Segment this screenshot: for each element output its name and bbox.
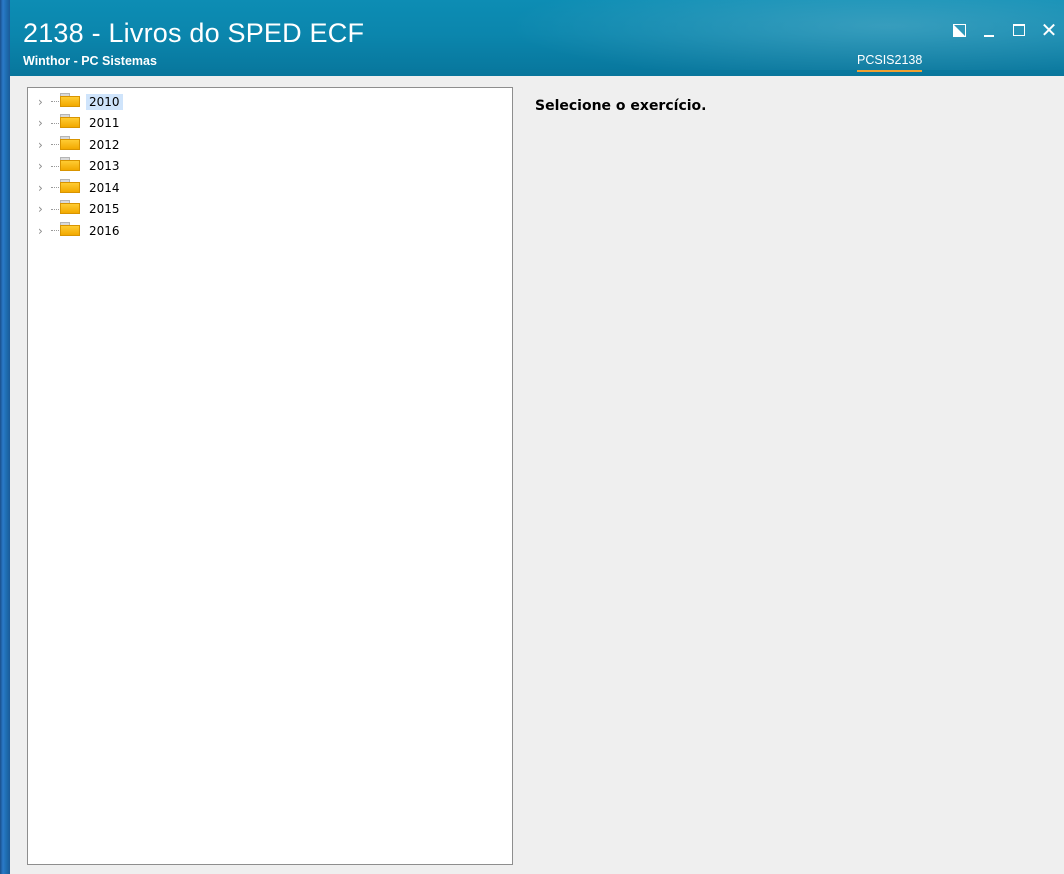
folder-icon <box>60 114 80 129</box>
window-subtitle: Winthor - PC Sistemas <box>23 54 157 68</box>
tree-connector <box>51 165 59 167</box>
tree-node-label[interactable]: 2012 <box>86 137 123 153</box>
tree-connector <box>51 101 59 103</box>
folder-icon <box>60 178 80 194</box>
maximize-button[interactable] <box>1004 18 1034 42</box>
tree-node-label[interactable]: 2010 <box>86 93 123 110</box>
restore-button[interactable] <box>944 18 974 42</box>
folder-icon <box>60 221 80 237</box>
application-window: 2138 - Livros do SPED ECF Winthor - PC S… <box>0 0 1064 874</box>
tree-connector <box>51 187 59 189</box>
tree-node-label[interactable]: 2011 <box>86 115 123 131</box>
expand-chevron-icon[interactable]: › <box>38 225 50 237</box>
tree-connector <box>51 144 59 146</box>
routine-code-tab[interactable]: PCSIS2138 <box>857 53 923 72</box>
close-icon: ✕ <box>1040 18 1058 42</box>
tree-node-2011[interactable]: › 2011 <box>28 113 512 135</box>
expand-chevron-icon[interactable]: › <box>38 160 50 172</box>
maximize-icon <box>1013 24 1025 36</box>
restore-icon <box>952 23 966 37</box>
folder-icon <box>60 135 80 151</box>
tree-node-label[interactable]: 2016 <box>86 223 123 239</box>
title-bar[interactable]: 2138 - Livros do SPED ECF Winthor - PC S… <box>10 0 1064 76</box>
minimize-button[interactable] <box>974 18 1004 42</box>
expand-chevron-icon[interactable]: › <box>38 203 50 215</box>
close-button[interactable]: ✕ <box>1034 18 1064 42</box>
window-left-border <box>0 0 10 874</box>
window-controls: ✕ <box>944 18 1064 42</box>
window-title: 2138 - Livros do SPED ECF <box>23 18 365 48</box>
instruction-message: Selecione o exercício. <box>535 98 707 114</box>
tree-node-2013[interactable]: › 2013 <box>28 156 512 178</box>
tree-node-2012[interactable]: › 2012 <box>28 134 512 156</box>
exercise-tree: › 2010 › 2011 › 2012 › 2013 › 2014 › 201… <box>28 88 512 242</box>
tree-node-2015[interactable]: › 2015 <box>28 199 512 221</box>
tree-node-label[interactable]: 2014 <box>86 180 123 196</box>
exercise-tree-panel[interactable]: › 2010 › 2011 › 2012 › 2013 › 2014 › 201… <box>27 87 513 865</box>
tree-node-2016[interactable]: › 2016 <box>28 220 512 242</box>
tree-node-2010[interactable]: › 2010 <box>28 91 512 113</box>
minimize-icon <box>984 35 994 37</box>
expand-chevron-icon[interactable]: › <box>38 139 50 151</box>
tree-connector <box>51 208 59 210</box>
folder-icon <box>60 157 80 172</box>
tree-connector <box>51 230 59 232</box>
expand-chevron-icon[interactable]: › <box>38 182 50 194</box>
tree-node-2014[interactable]: › 2014 <box>28 177 512 199</box>
tree-node-label[interactable]: 2015 <box>86 201 123 217</box>
tree-node-label[interactable]: 2013 <box>86 158 123 174</box>
expand-chevron-icon[interactable]: › <box>38 96 50 108</box>
expand-chevron-icon[interactable]: › <box>38 117 50 129</box>
folder-icon <box>60 200 80 215</box>
folder-icon <box>60 92 80 108</box>
tree-connector <box>51 122 59 124</box>
